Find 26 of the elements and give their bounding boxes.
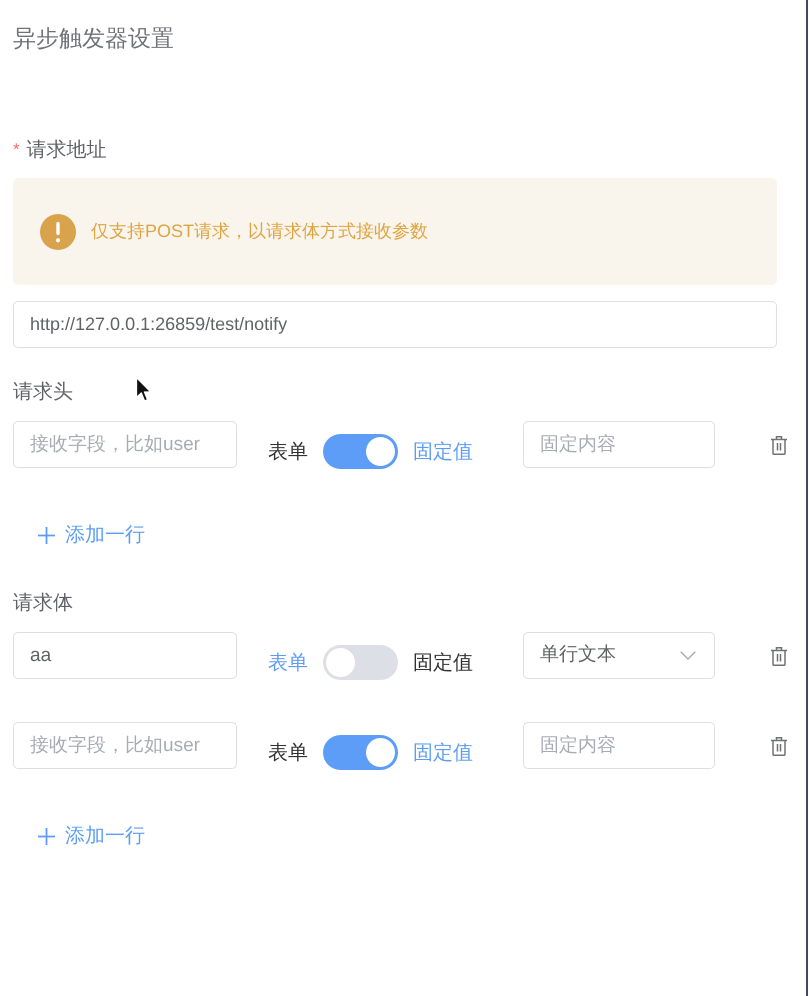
section-label: 请求体 [13, 591, 73, 616]
type-select[interactable]: 单行文本 [523, 632, 715, 679]
value-input[interactable]: 固定内容 [523, 722, 715, 769]
trash-icon[interactable] [770, 646, 788, 666]
page-title: 异步触发器设置 [13, 24, 174, 52]
chevron-down-icon [680, 651, 696, 660]
alert-message: 仅支持POST请求，以请求体方式接收参数 [91, 220, 428, 243]
toggle-switch[interactable] [323, 434, 398, 469]
trash-icon[interactable] [770, 736, 788, 756]
field-label: 请求地址 [26, 138, 107, 163]
value-input[interactable]: 固定内容 [523, 421, 715, 468]
section-label: 请求头 [13, 380, 73, 405]
switch-label[interactable]: 表单 [268, 738, 308, 768]
trash-icon[interactable] [770, 434, 788, 454]
key-input[interactable]: aa [13, 632, 237, 679]
plus-icon [38, 828, 55, 844]
switch-label[interactable]: 固定值 [413, 648, 473, 678]
key-input[interactable]: 接收字段，比如user [13, 722, 237, 769]
key-input[interactable]: 接收字段，比如user [13, 421, 237, 468]
required-mark: * [13, 139, 20, 161]
toggle-switch[interactable] [323, 735, 398, 770]
url-input[interactable]: http://127.0.0.1:26859/test/notify [13, 301, 777, 348]
switch-label[interactable]: 表单 [268, 436, 308, 466]
toggle-switch[interactable] [323, 645, 398, 680]
warning-icon [40, 214, 76, 250]
plus-icon [38, 526, 55, 544]
